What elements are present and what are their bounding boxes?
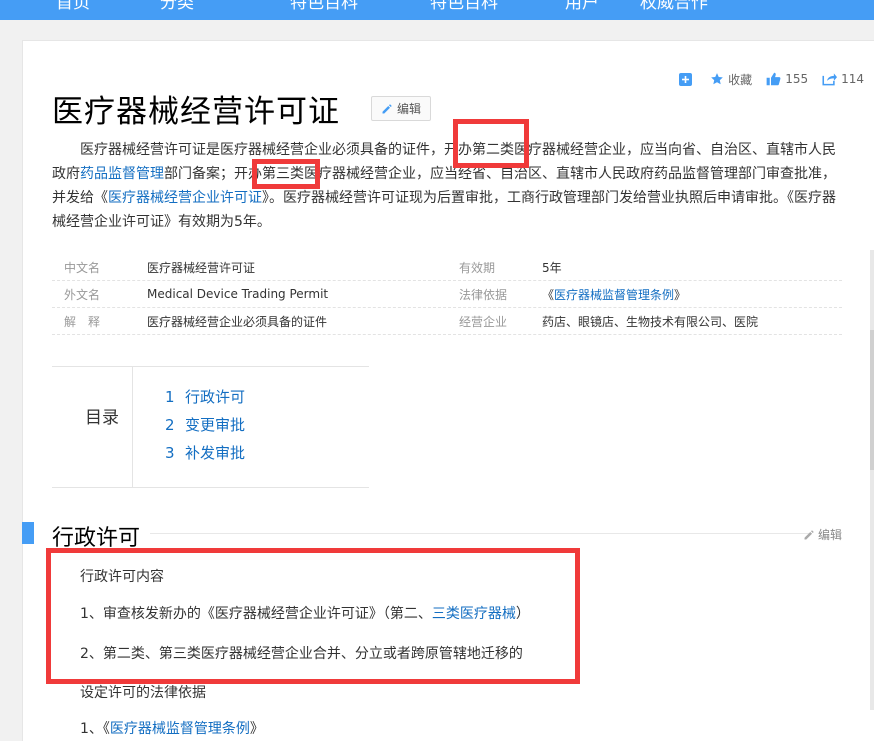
info-key: 中文名 bbox=[64, 260, 101, 275]
nav-item-featured-2[interactable]: 特色百科 bbox=[430, 0, 498, 13]
nav-item-featured[interactable]: 特色百科 bbox=[290, 0, 358, 13]
section-paragraph: 1、《医疗器械监督管理条例》 bbox=[80, 718, 264, 738]
summary-link-license[interactable]: 医疗器械经营企业许可证 bbox=[108, 190, 262, 206]
toc-item-number: 1 bbox=[165, 388, 175, 406]
info-row: 外文名 Medical Device Trading Permit 法律依据 《… bbox=[52, 281, 842, 308]
share-count: 114 bbox=[841, 72, 864, 86]
page-scroll-edge bbox=[870, 250, 874, 710]
info-key: 外文名 bbox=[64, 287, 101, 302]
info-value: 《医疗器械监督管理条例》 bbox=[542, 286, 842, 303]
favorite-button[interactable]: 收藏 bbox=[710, 71, 752, 88]
info-value: 5年 bbox=[542, 260, 562, 275]
section-edit-label: 编辑 bbox=[817, 528, 842, 542]
like-button[interactable]: 155 bbox=[766, 72, 808, 86]
table-of-contents: 目录 1 行政许可 2 变更审批 3 补发审批 bbox=[52, 366, 369, 488]
nav-item-home[interactable]: 首页 bbox=[56, 0, 90, 13]
toc-item-label[interactable]: 补发审批 bbox=[185, 443, 245, 471]
page-title: 医疗器械经营许可证 bbox=[52, 94, 340, 130]
info-key: 有效期 bbox=[459, 260, 496, 275]
add-button[interactable] bbox=[679, 72, 696, 86]
pencil-icon bbox=[804, 529, 814, 539]
toc-item[interactable]: 1 行政许可 bbox=[165, 387, 245, 415]
title-edit-button[interactable]: 编辑 bbox=[371, 96, 431, 121]
toc-item-number: 2 bbox=[165, 416, 175, 434]
toc-item[interactable]: 3 补发审批 bbox=[165, 443, 245, 471]
info-key: 法律依据 bbox=[459, 287, 508, 302]
paragraph-text: 1、《 bbox=[80, 721, 110, 737]
toc-item-label[interactable]: 行政许可 bbox=[185, 387, 245, 415]
info-row: 中文名 医疗器械经营许可证 有效期 5年 bbox=[52, 254, 842, 281]
info-value-suffix: 》 bbox=[674, 287, 687, 302]
section-heading: 行政许可 编辑 bbox=[22, 520, 874, 551]
section-paragraph: 2、第二类、第三类医疗器械经营企业合并、分立或者跨原管辖地迁移的 bbox=[80, 646, 523, 662]
plus-square-icon bbox=[679, 72, 693, 86]
info-link-regulation[interactable]: 医疗器械监督管理条例 bbox=[554, 288, 674, 302]
toc-list: 1 行政许可 2 变更审批 3 补发审批 bbox=[165, 387, 245, 471]
paragraph-text: ） bbox=[515, 606, 530, 622]
section-paragraph: 设定许可的法律依据 bbox=[80, 685, 206, 701]
info-key: 经营企业 bbox=[459, 314, 508, 329]
favorite-label: 收藏 bbox=[728, 72, 753, 87]
paragraph-text: 1、审查核发新办的《医疗器械经营企业许可证》（第二、 bbox=[80, 606, 432, 622]
info-value: Medical Device Trading Permit bbox=[147, 287, 329, 301]
summary-link-drug-supervision[interactable]: 药品监督管理 bbox=[80, 166, 164, 182]
info-value: 医疗器械经营企业必须具备的证件 bbox=[147, 314, 328, 329]
nav-item-user[interactable]: 用户 bbox=[565, 0, 599, 13]
info-value-prefix: 《 bbox=[542, 287, 555, 302]
nav-item-partner[interactable]: 权威合作 bbox=[640, 0, 708, 13]
section-edit-button[interactable]: 编辑 bbox=[803, 526, 842, 543]
info-value: 药店、眼镜店、生物技术有限公司、医院 bbox=[542, 314, 759, 329]
thumbs-up-icon bbox=[766, 72, 781, 86]
top-nav-bar: 首页 分类 特色百科 特色百科 用户 权威合作 bbox=[0, 0, 874, 20]
paragraph-text: 》 bbox=[249, 721, 264, 737]
section-title: 行政许可 bbox=[52, 526, 141, 551]
toc-title: 目录 bbox=[85, 408, 119, 428]
toc-item-number: 3 bbox=[165, 444, 175, 462]
nav-item-category[interactable]: 分类 bbox=[160, 0, 194, 13]
toc-item[interactable]: 2 变更审批 bbox=[165, 415, 245, 443]
toc-item-label[interactable]: 变更审批 bbox=[185, 415, 245, 443]
like-count: 155 bbox=[785, 72, 809, 86]
scrollbar-thumb[interactable] bbox=[870, 330, 874, 470]
article-toolbar: 收藏 155 114 bbox=[665, 70, 864, 88]
section-divider bbox=[150, 533, 812, 534]
share-icon bbox=[822, 73, 838, 86]
basic-info-table: 中文名 医疗器械经营许可证 有效期 5年 外文名 Medical Device … bbox=[52, 254, 842, 335]
section-paragraph: 行政许可内容 bbox=[80, 569, 164, 585]
section-accent-bar bbox=[22, 522, 34, 544]
link-class3-devices[interactable]: 三类医疗器械 bbox=[432, 606, 516, 622]
toc-title-column: 目录 bbox=[52, 367, 133, 487]
share-button[interactable]: 114 bbox=[822, 72, 864, 86]
link-regulation[interactable]: 医疗器械监督管理条例 bbox=[110, 721, 250, 737]
section-paragraph: 1、审查核发新办的《医疗器械经营企业许可证》（第二、三类医疗器械） bbox=[80, 603, 530, 623]
article-summary: 医疗器械经营许可证是医疗器械经营企业必须具备的证件，开办第二类医疗器械经营企业，… bbox=[52, 138, 842, 234]
info-row: 解 释 医疗器械经营企业必须具备的证件 经营企业 药店、眼镜店、生物技术有限公司… bbox=[52, 308, 842, 335]
title-edit-label: 编辑 bbox=[396, 102, 421, 116]
info-key: 解 释 bbox=[64, 314, 101, 329]
star-icon bbox=[711, 73, 724, 85]
pencil-icon bbox=[382, 103, 392, 113]
info-value: 医疗器械经营许可证 bbox=[147, 260, 256, 275]
